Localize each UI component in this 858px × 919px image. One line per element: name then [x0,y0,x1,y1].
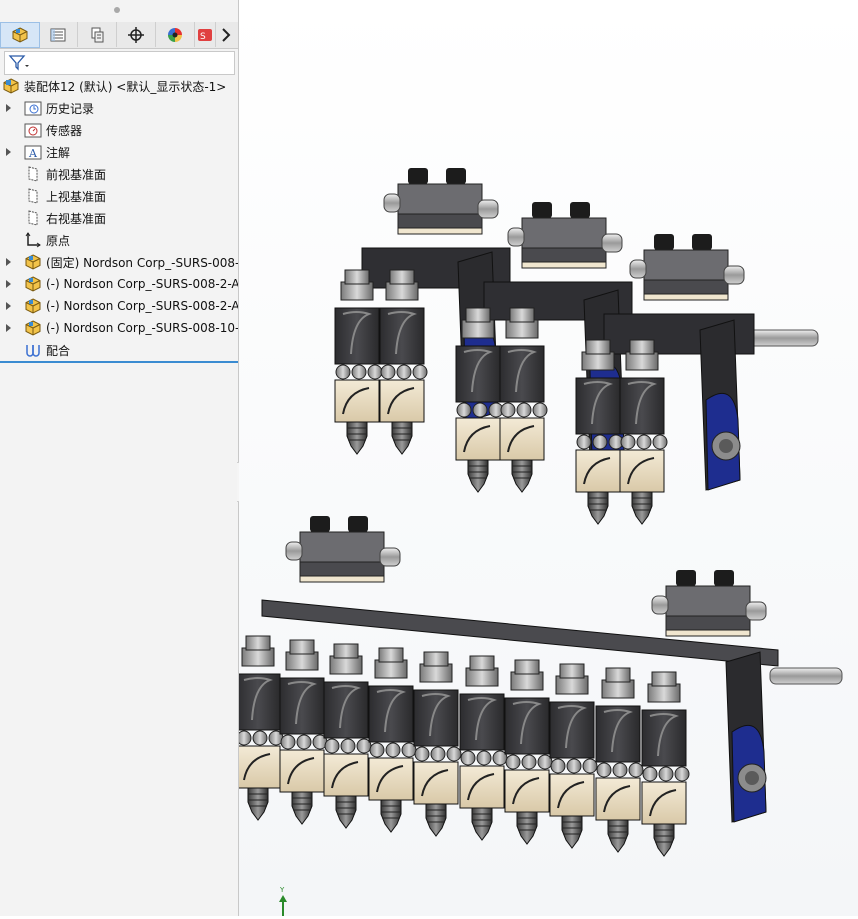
subassembly-icon [24,297,42,315]
tree-divider [0,361,238,363]
tree-item-label: 配合 [46,343,71,358]
expand-arrow-icon[interactable] [6,302,11,310]
feature-manager-panel: S 装配体12 (默认) <默认_显示状态-1> 历史记录传感器 A 注解前视基准面上… [0,0,239,916]
plane-icon [24,187,42,205]
annotation-folder-icon: A [24,143,42,161]
configuration-icon [91,27,104,42]
assembly-model [235,167,843,857]
triad-axis-label: Y [279,886,285,894]
tree-item-label: 注解 [46,145,71,160]
tree-item[interactable]: 上视基准面 [0,185,238,207]
dimxpert-tab[interactable] [117,22,156,47]
expand-arrow-icon[interactable] [6,280,11,288]
tree-item-label: (-) Nordson Corp_-SURS-008-10- [46,321,238,335]
tree-item[interactable]: (-) Nordson Corp_-SURS-008-2-A [0,295,238,317]
display-manager-tab[interactable] [156,22,195,47]
tree-item-label: (固定) Nordson Corp_-SURS-008- [46,255,238,270]
coordinate-triad: Y [272,884,296,916]
tree-item[interactable]: A 注解 [0,141,238,163]
property-manager-tab[interactable] [39,22,78,47]
panel-grip[interactable] [0,0,238,22]
display-tab-partial[interactable]: S [195,22,216,47]
tree-item[interactable]: 原点 [0,229,238,251]
grip-dot [114,7,120,13]
svg-text:A: A [28,147,38,160]
manager-tabs: S [0,22,238,49]
valve-group-3 [575,233,819,525]
valve-manifold-long [235,515,843,857]
filter-icon [8,55,29,71]
plane-icon [24,209,42,227]
origin-icon [24,231,42,249]
expand-arrow-icon[interactable] [6,324,11,332]
tree-item[interactable]: 配合 [0,339,238,361]
tree-item[interactable]: (固定) Nordson Corp_-SURS-008- [0,251,238,273]
tree-item-label: 前视基准面 [46,167,107,182]
tree-item[interactable]: 历史记录 [0,97,238,119]
tree-item-label: 传感器 [46,123,83,138]
expand-arrow-icon[interactable] [6,104,11,112]
tree-item[interactable]: (-) Nordson Corp_-SURS-008-2-A [0,273,238,295]
plane-icon [24,165,42,183]
svg-text:S: S [200,32,206,42]
root-assembly-icon [2,77,20,95]
y-axis-arrow-icon: Y [279,886,287,916]
tree-item-label: (-) Nordson Corp_-SURS-008-2-A [46,299,238,313]
subassembly-icon [24,319,42,337]
more-tabs[interactable] [215,22,237,47]
crosshair-icon [128,26,144,43]
tree-item[interactable]: (-) Nordson Corp_-SURS-008-10- [0,317,238,339]
tree-item-label: (-) Nordson Corp_-SURS-008-2-A [46,277,238,291]
tree-item[interactable]: 右视基准面 [0,207,238,229]
tree-item-label: 装配体12 (默认) <默认_显示状态-1> [24,79,227,94]
tree-item[interactable]: 传感器 [0,119,238,141]
graphics-area[interactable]: Y [235,0,858,916]
property-list-icon [50,28,66,41]
tree-root-assembly[interactable]: 装配体12 (默认) <默认_显示状态-1> [0,75,238,97]
tree-item[interactable]: 前视基准面 [0,163,238,185]
mates-icon [24,341,42,359]
chevron-right-icon [222,27,231,42]
expand-arrow-icon[interactable] [6,258,11,266]
subassembly-icon [24,275,42,293]
expand-arrow-icon[interactable] [6,148,11,156]
tree-item-label: 原点 [46,233,71,248]
sensor-folder-icon [24,121,42,139]
tree-item-label: 上视基准面 [46,189,107,204]
assembly-cube-icon [12,27,28,43]
color-wheel-icon [168,27,182,42]
history-folder-icon [24,99,42,117]
tree-filter[interactable] [4,51,235,75]
feature-manager-tab[interactable] [0,22,40,48]
subassembly-icon [24,253,42,271]
tree-item-label: 历史记录 [46,101,95,116]
configuration-manager-tab[interactable] [78,22,117,47]
render-icon: S [198,28,212,42]
tree-item-label: 右视基准面 [46,211,107,226]
